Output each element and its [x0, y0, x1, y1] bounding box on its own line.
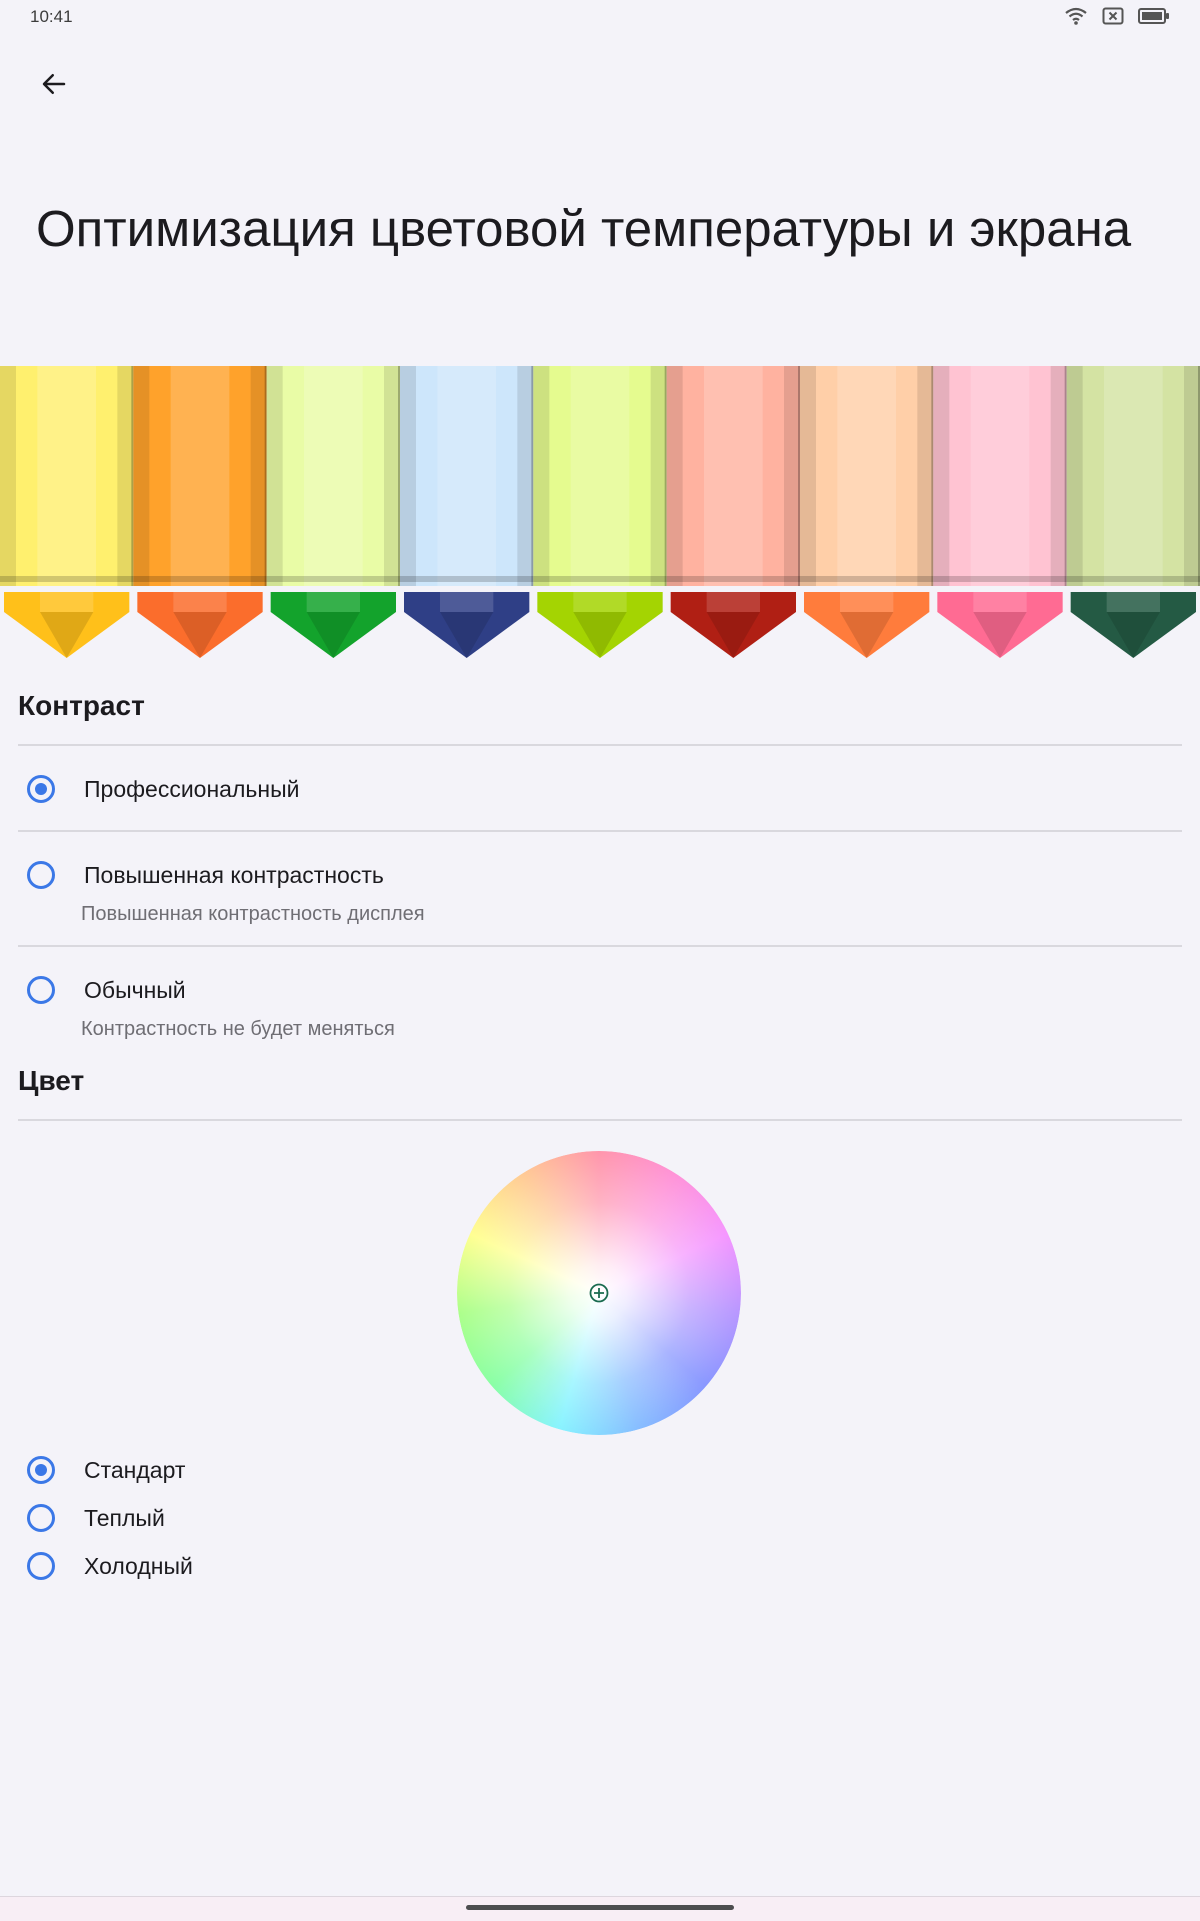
- contrast-section-title: Контраст: [18, 690, 145, 721]
- crayon: [933, 366, 1067, 658]
- crayon: [133, 366, 267, 658]
- option-sublabel: Повышенная контрастность дисплея: [81, 903, 425, 925]
- sim-off-icon: [1102, 6, 1124, 31]
- divider: [18, 830, 1182, 832]
- arrow-left-icon: [42, 74, 66, 94]
- option-label: Обычный: [84, 977, 186, 1003]
- color-section-title: Цвет: [18, 1065, 85, 1096]
- crayon: [800, 366, 934, 658]
- divider: [18, 744, 1182, 746]
- color-option-cold[interactable]: Холодный: [0, 1552, 1200, 1586]
- contrast-option-normal[interactable]: Обычный Контрастность не будет меняться: [0, 963, 1200, 1059]
- contrast-option-professional[interactable]: Профессиональный: [0, 762, 1200, 830]
- color-option-standard[interactable]: Стандарт: [0, 1456, 1200, 1490]
- radio-button[interactable]: [27, 1456, 55, 1484]
- option-label: Стандарт: [84, 1457, 186, 1483]
- color-option-warm[interactable]: Теплый: [0, 1504, 1200, 1538]
- back-button[interactable]: [30, 60, 78, 108]
- radio-button[interactable]: [27, 775, 55, 803]
- crayon: [1066, 366, 1200, 658]
- divider: [18, 945, 1182, 947]
- crayon: [266, 366, 400, 658]
- wifi-icon: [1064, 6, 1088, 31]
- option-label: Теплый: [84, 1505, 165, 1531]
- crosshair-plus-icon[interactable]: [589, 1283, 609, 1303]
- battery-icon: [1138, 7, 1170, 30]
- status-icons: [1064, 6, 1170, 31]
- radio-button[interactable]: [27, 976, 55, 1004]
- status-time: 10:41: [30, 7, 73, 26]
- option-sublabel: Контрастность не будет меняться: [81, 1018, 395, 1040]
- radio-button[interactable]: [27, 1552, 55, 1580]
- crayon: [0, 366, 134, 658]
- crayon: [533, 366, 667, 658]
- gesture-handle[interactable]: [466, 1905, 734, 1910]
- crayon: [400, 366, 534, 658]
- divider: [18, 1119, 1182, 1121]
- page-title: Оптимизация цветовой температуры и экран…: [36, 200, 1132, 257]
- crayon: [666, 366, 800, 658]
- crayon-banner-image: [0, 366, 1200, 662]
- contrast-option-high[interactable]: Повышенная контрастность Повышенная конт…: [0, 848, 1200, 944]
- option-label: Повышенная контрастность: [84, 862, 384, 888]
- option-label: Профессиональный: [84, 776, 300, 802]
- radio-button[interactable]: [27, 1504, 55, 1532]
- radio-button[interactable]: [27, 861, 55, 889]
- option-label: Холодный: [84, 1553, 193, 1579]
- status-bar: 10:41: [0, 0, 1200, 36]
